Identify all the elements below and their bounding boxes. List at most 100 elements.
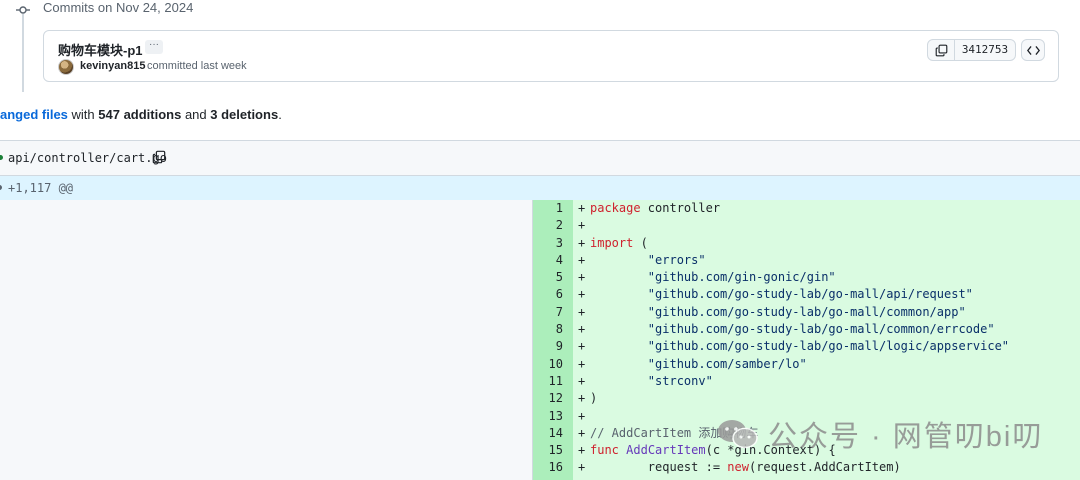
code-token: "github.com/go-study-lab/go-mall/common/… <box>590 322 995 337</box>
code-token: AddCartItem <box>626 443 706 458</box>
commits-date-label: Commits on Nov 24, 2024 <box>43 0 194 15</box>
line-number[interactable]: 11 <box>533 373 563 390</box>
browse-code-button[interactable] <box>1021 39 1045 61</box>
code-content: "github.com/go-study-lab/go-mall/common/… <box>590 321 995 338</box>
diff-line: 8 + "github.com/go-study-lab/go-mall/comm… <box>533 321 1080 338</box>
code-token: request := <box>590 460 728 475</box>
line-number[interactable]: 7 <box>533 304 563 321</box>
diff-line: 10 + "github.com/samber/lo" <box>533 356 1080 373</box>
addition-marker: + <box>578 201 586 215</box>
diff-line: 1 + package controller <box>533 200 1080 217</box>
hunk-range: +1,117 @@ <box>8 181 74 195</box>
code-token: package <box>590 201 648 215</box>
hunk-header[interactable]: +1,117 @@ <box>0 176 1080 200</box>
line-number[interactable]: 12 <box>533 390 563 407</box>
line-number[interactable]: 9 <box>533 338 563 355</box>
commit-sha-button[interactable]: 3412753 <box>954 39 1016 61</box>
code-content: package controller <box>590 200 720 217</box>
diff-line: 3 + import ( <box>533 235 1080 252</box>
code-content: "strconv" <box>590 373 713 390</box>
line-number[interactable]: 5 <box>533 269 563 286</box>
addition-marker: + <box>578 304 586 319</box>
author-link[interactable]: kevinyan815 <box>80 60 145 72</box>
code-token: ( <box>633 235 648 250</box>
code-token: "github.com/go-study-lab/go-mall/common/… <box>590 304 966 319</box>
timeline-line <box>22 14 24 92</box>
watermark: 公众号 · 网管叨bi叨 <box>716 414 1043 454</box>
line-number[interactable]: 10 <box>533 356 563 373</box>
copy-sha-button[interactable] <box>927 39 955 61</box>
expand-message-button[interactable]: ··· <box>145 40 163 54</box>
file-path-link[interactable]: api/controller/cart.go <box>8 151 167 165</box>
addition-marker: + <box>578 391 586 406</box>
code-content: "github.com/go-study-lab/go-mall/common/… <box>590 304 966 321</box>
deletions-count: 3 deletions <box>210 107 279 122</box>
code-token: controller <box>647 201 721 215</box>
line-number[interactable]: 13 <box>533 408 563 425</box>
code-token: "github.com/gin-gonic/gin" <box>590 270 836 285</box>
code-token: "strconv" <box>590 373 713 388</box>
addition-marker: + <box>578 356 586 371</box>
code-token: "github.com/go-study-lab/go-mall/logic/a… <box>590 339 1010 354</box>
addition-marker: + <box>578 373 586 388</box>
code-content: "errors" <box>590 252 706 269</box>
diff-line: 11 + "strconv" <box>533 373 1080 390</box>
addition-marker: + <box>578 339 586 354</box>
code-content: ) <box>590 390 597 407</box>
code-token: "github.com/samber/lo" <box>590 356 807 371</box>
diff-line: 9 + "github.com/go-study-lab/go-mall/logi… <box>533 338 1080 355</box>
code-token: "github.com/go-study-lab/go-mall/api/req… <box>590 287 973 302</box>
copy-path-button[interactable] <box>152 150 166 166</box>
addition-marker: + <box>578 252 586 267</box>
line-number[interactable]: 4 <box>533 252 563 269</box>
code-token: "errors" <box>590 252 706 267</box>
code-content: "github.com/go-study-lab/go-mall/logic/a… <box>590 338 1009 355</box>
diff-left-pane <box>0 200 533 480</box>
addition-marker: + <box>578 270 586 285</box>
addition-marker: + <box>578 235 586 250</box>
diff-line: 7 + "github.com/go-study-lab/go-mall/comm… <box>533 304 1080 321</box>
addition-marker: + <box>578 460 586 475</box>
addition-marker: + <box>578 322 586 337</box>
file-status-dot <box>0 155 3 160</box>
line-number[interactable]: 15 <box>533 442 563 459</box>
diff-summary: anged files with 547 additions and 3 del… <box>0 107 282 122</box>
code-content: "github.com/samber/lo" <box>590 356 807 373</box>
diff-line: 2 + <box>533 217 1080 234</box>
diff-line: 6 + "github.com/go-study-lab/go-mall/api/… <box>533 286 1080 303</box>
commit-meta: committed last week <box>147 60 247 72</box>
additions-count: 547 additions <box>98 107 182 122</box>
code-token: func <box>590 443 619 458</box>
hunk-marker <box>0 185 2 190</box>
line-number[interactable]: 14 <box>533 425 563 442</box>
git-commit-icon <box>16 3 30 17</box>
wechat-logo-icon <box>716 417 760 451</box>
code-token: new <box>727 460 749 475</box>
changed-files-link[interactable]: anged files <box>0 107 68 122</box>
diff-line: 5 + "github.com/gin-gonic/gin" <box>533 269 1080 286</box>
copy-icon <box>152 150 166 164</box>
line-number[interactable]: 3 <box>533 235 563 252</box>
avatar[interactable] <box>58 59 74 75</box>
code-token: (request.AddCartItem) <box>748 460 901 475</box>
diff-line: 12 +) <box>533 390 1080 407</box>
file-header: api/controller/cart.go <box>0 140 1080 176</box>
code-content: import ( <box>590 235 648 252</box>
addition-marker: + <box>578 408 586 423</box>
line-number[interactable]: 16 <box>533 459 563 476</box>
watermark-text: 公众号 · 网管叨bi叨 <box>768 421 1044 453</box>
copy-icon <box>935 44 947 56</box>
line-number[interactable]: 2 <box>533 217 563 234</box>
line-number[interactable]: 6 <box>533 286 563 303</box>
code-token: ) <box>590 391 598 406</box>
code-content: "github.com/gin-gonic/gin" <box>590 269 836 286</box>
line-number[interactable]: 8 <box>533 321 563 338</box>
code-token: import <box>590 235 634 250</box>
addition-marker: + <box>578 425 586 440</box>
addition-marker: + <box>578 443 586 458</box>
addition-marker: + <box>578 218 586 233</box>
code-icon <box>1026 45 1040 55</box>
commit-title-link[interactable]: 购物车模块-p1 <box>58 40 143 59</box>
line-number[interactable]: 1 <box>533 200 563 217</box>
addition-marker: + <box>578 287 586 302</box>
